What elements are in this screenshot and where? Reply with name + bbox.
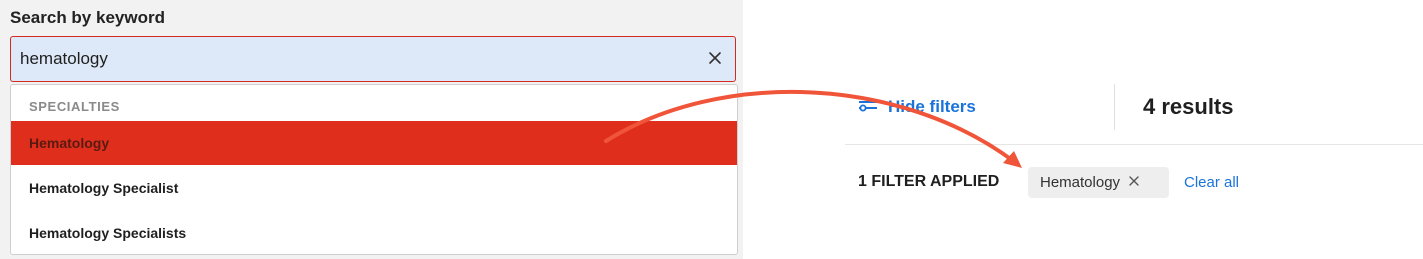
- search-input[interactable]: [20, 37, 700, 81]
- filter-chip-label: Hematology: [1040, 174, 1121, 191]
- results-count: 4 results: [1143, 94, 1234, 119]
- section-divider: [845, 144, 1423, 145]
- remove-filter-icon[interactable]: [1128, 174, 1140, 192]
- toolbar-divider: [1114, 84, 1115, 130]
- dropdown-item-hematology-specialists[interactable]: Hematology Specialists: [11, 211, 737, 254]
- search-label: Search by keyword: [10, 8, 165, 27]
- dropdown-section-header: SPECIALTIES: [29, 99, 120, 114]
- hide-filters-label: Hide filters: [888, 97, 976, 116]
- clear-search-icon[interactable]: [705, 48, 725, 68]
- autocomplete-dropdown: SPECIALTIES Hematology Hematology Specia…: [10, 84, 738, 255]
- search-panel: Search by keyword SPECIALTIES Hematology…: [0, 0, 743, 259]
- clear-all-link[interactable]: Clear all: [1184, 174, 1239, 191]
- hide-filters-button[interactable]: Hide filters: [858, 95, 976, 119]
- filters-applied-label: 1 FILTER APPLIED: [858, 173, 1000, 190]
- dropdown-item-hematology-specialist[interactable]: Hematology Specialist: [11, 166, 737, 210]
- filter-chip-hematology[interactable]: Hematology: [1028, 167, 1169, 198]
- search-box[interactable]: [10, 36, 736, 82]
- filter-sliders-icon: [858, 98, 878, 117]
- dropdown-item-hematology[interactable]: Hematology: [11, 121, 737, 165]
